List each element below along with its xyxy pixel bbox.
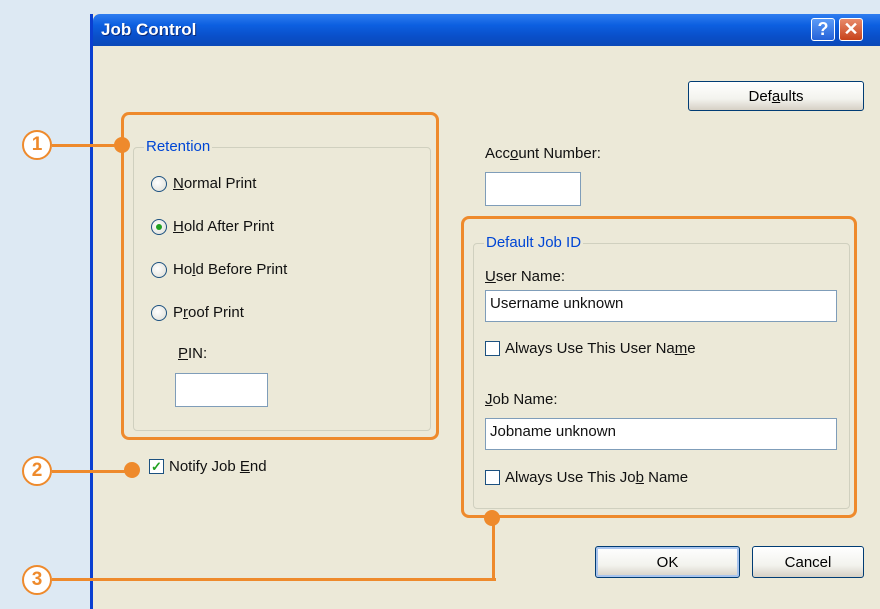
account-number-label: Account Number: (485, 145, 601, 162)
defaults-button-label: Defaults (748, 87, 804, 105)
callout-3-leader-horizontal (52, 578, 496, 581)
help-button[interactable]: ? (811, 18, 835, 41)
callout-3-dot (484, 510, 500, 526)
callout-box-retention (121, 112, 439, 440)
callout-3-leader-vertical (492, 518, 495, 581)
callout-1-dot (114, 137, 130, 153)
callout-2-dot (124, 462, 140, 478)
account-number-input[interactable] (485, 172, 581, 206)
callout-2-leader (52, 470, 132, 473)
callout-box-default-job-id (461, 216, 857, 518)
dialog-title: Job Control (101, 20, 197, 39)
callout-3-marker: 3 (22, 565, 52, 595)
callout-1-leader (52, 144, 122, 147)
close-button[interactable]: ✕ (839, 18, 863, 41)
callout-1-marker: 1 (22, 130, 52, 160)
title-bar[interactable]: Job Control ? ✕ (93, 14, 880, 46)
defaults-button[interactable]: Defaults (688, 81, 864, 111)
ok-button[interactable]: OK (595, 546, 740, 578)
cancel-button[interactable]: Cancel (752, 546, 864, 578)
checkbox-label: Notify Job End (169, 458, 267, 475)
callout-2-marker: 2 (22, 456, 52, 486)
notify-job-end-checkbox[interactable]: ✓ Notify Job End (149, 458, 267, 475)
checkbox-checked-icon[interactable]: ✓ (149, 459, 164, 474)
